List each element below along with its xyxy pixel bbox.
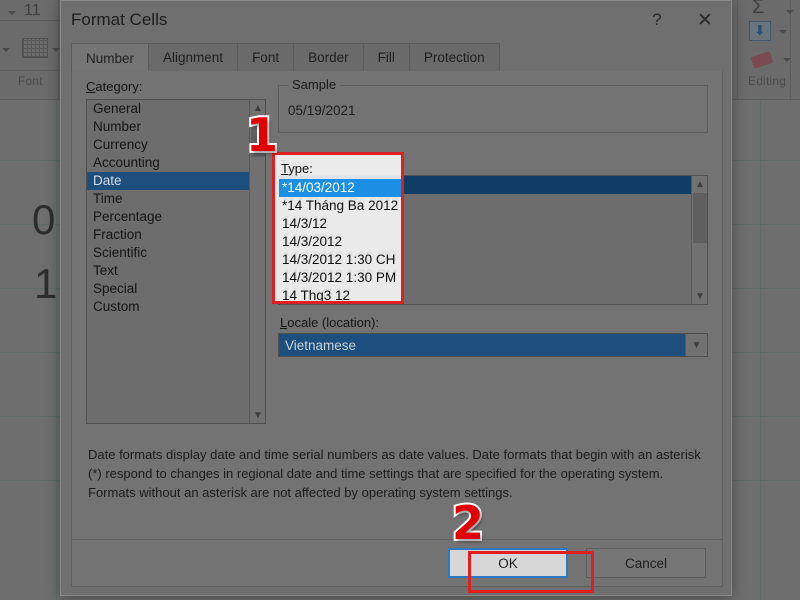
dialog-button-row: OK Cancel <box>72 544 722 578</box>
category-item-special[interactable]: Special <box>87 280 249 298</box>
type-label: Type: <box>280 157 312 172</box>
type-item-3[interactable]: 14/3/2012 <box>279 230 691 248</box>
sample-legend: Sample <box>288 77 341 92</box>
category-item-custom[interactable]: Custom <box>87 298 249 316</box>
autosum-icon[interactable]: Σ <box>752 0 764 19</box>
type-item-2[interactable]: 14/3/12 <box>279 212 691 230</box>
category-label: Category: <box>86 79 143 94</box>
locale-combobox[interactable]: Vietnamese ▼ <box>278 333 708 357</box>
tab-font[interactable]: Font <box>237 43 295 71</box>
cell-value[interactable]: 1 <box>34 260 57 308</box>
font-group-label: Font <box>18 74 43 88</box>
category-item-scientific[interactable]: Scientific <box>87 244 249 262</box>
ribbon-divider <box>737 0 738 100</box>
button-row-divider <box>72 539 722 540</box>
type-listbox[interactable]: *14/03/2012 *14 Tháng Ba 2012 14/3/12 14… <box>278 175 708 305</box>
ok-button[interactable]: OK <box>448 548 568 578</box>
category-item-number[interactable]: Number <box>87 118 249 136</box>
ribbon-divider <box>0 70 60 71</box>
type-item-5[interactable]: 14/3/2012 1:30 PM <box>279 266 691 284</box>
type-item-6[interactable]: 14 Thg3 12 <box>279 284 691 302</box>
type-item-4[interactable]: 14/3/2012 1:30 CH <box>279 248 691 266</box>
sample-value: 05/19/2021 <box>288 103 356 118</box>
autosum-dropdown-icon[interactable] <box>786 10 794 14</box>
category-item-date[interactable]: Date <box>87 172 249 190</box>
category-list[interactable]: General Number Currency Accounting Date … <box>87 100 249 423</box>
step-marker-1: 1 <box>244 108 280 162</box>
fill-dropdown-icon[interactable] <box>779 30 787 34</box>
category-item-text[interactable]: Text <box>87 262 249 280</box>
type-scrollbar[interactable]: ▲ ▼ <box>691 176 707 304</box>
close-icon[interactable]: ✕ <box>683 5 727 35</box>
tab-protection[interactable]: Protection <box>408 43 500 71</box>
font-color-dropdown-icon[interactable] <box>2 48 10 52</box>
font-size-dropdown-icon[interactable] <box>8 11 16 15</box>
dialog-tabstrip: Number Alignment Font Border Fill Protec… <box>71 43 723 72</box>
scroll-down-icon[interactable]: ▼ <box>692 288 708 304</box>
borders-icon[interactable] <box>22 38 48 58</box>
category-item-currency[interactable]: Currency <box>87 136 249 154</box>
format-cells-dialog: Format Cells ? ✕ Number Alignment Font B… <box>60 0 732 596</box>
cancel-button[interactable]: Cancel <box>586 548 706 578</box>
cell-value[interactable]: 0 <box>32 196 55 244</box>
chevron-down-icon[interactable]: ▼ <box>685 334 707 356</box>
step-marker-2: 2 <box>450 496 486 550</box>
locale-value: Vietnamese <box>285 337 357 353</box>
grid-line <box>760 100 761 600</box>
dialog-title: Format Cells <box>71 10 168 29</box>
category-item-time[interactable]: Time <box>87 190 249 208</box>
clear-dropdown-icon[interactable] <box>783 58 791 62</box>
borders-dropdown-icon[interactable] <box>52 48 60 52</box>
ribbon-divider <box>0 20 60 21</box>
grid-line <box>56 100 57 600</box>
dialog-titlebar[interactable]: Format Cells ? ✕ <box>61 1 731 41</box>
scrollbar-thumb[interactable] <box>693 193 707 243</box>
scroll-up-icon[interactable]: ▲ <box>692 176 708 192</box>
type-item-0[interactable]: *14/03/2012 <box>279 176 691 194</box>
category-item-accounting[interactable]: Accounting <box>87 154 249 172</box>
format-description: Date formats display date and time seria… <box>88 447 701 500</box>
font-size-value[interactable]: 11 <box>24 2 41 20</box>
category-item-general[interactable]: General <box>87 100 249 118</box>
dialog-body: Category: General Number Currency Accoun… <box>71 71 723 587</box>
editing-group-label: Editing <box>748 74 787 88</box>
category-listbox[interactable]: General Number Currency Accounting Date … <box>86 99 266 424</box>
type-list[interactable]: *14/03/2012 *14 Tháng Ba 2012 14/3/12 14… <box>279 176 691 304</box>
tab-border[interactable]: Border <box>293 43 364 71</box>
tab-number[interactable]: Number <box>71 43 150 72</box>
category-item-percentage[interactable]: Percentage <box>87 208 249 226</box>
ribbon-divider <box>790 0 791 100</box>
category-item-fraction[interactable]: Fraction <box>87 226 249 244</box>
fill-down-glyph: ⬇ <box>754 22 766 38</box>
help-icon[interactable]: ? <box>635 5 679 35</box>
clear-eraser-icon[interactable] <box>750 51 774 69</box>
type-item-1[interactable]: *14 Tháng Ba 2012 <box>279 194 691 212</box>
tab-alignment[interactable]: Alignment <box>148 43 239 71</box>
locale-label: Locale (location): <box>280 315 380 330</box>
tab-fill[interactable]: Fill <box>362 43 410 71</box>
scroll-down-icon[interactable]: ▼ <box>250 407 266 423</box>
